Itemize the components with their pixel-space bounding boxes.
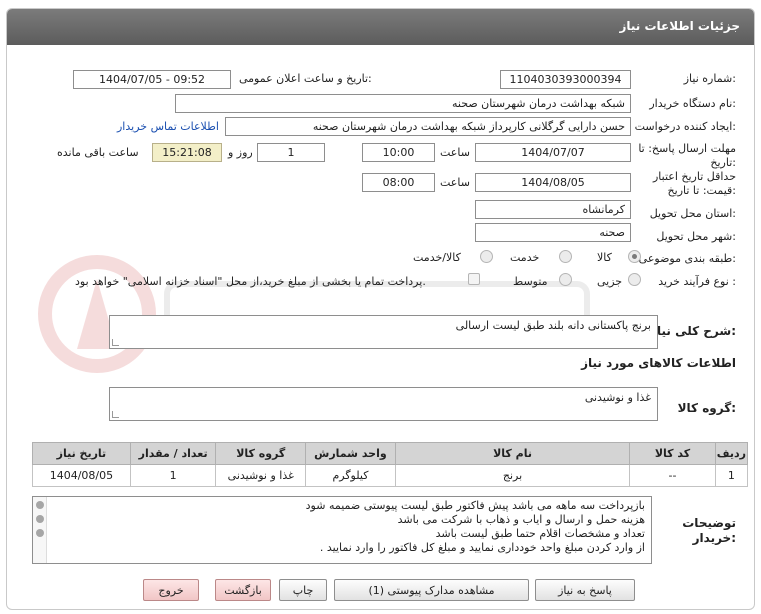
category-option-goods-service: کالا/خدمت	[413, 251, 461, 264]
process-option-minor: جزیی	[597, 275, 623, 288]
province-field: کرمانشاه	[475, 200, 631, 219]
deadline-label-date: تاریخ:	[710, 156, 736, 169]
creator-field: حسن دارایی گرگلانی کارپرداز شبکه بهداشت …	[225, 117, 631, 136]
goods-table-header: ردیف کد کالا نام کالا واحد شمارش گروه کا…	[32, 442, 749, 465]
process-radio-medium[interactable]	[559, 273, 572, 286]
panel-header: جزئیات اطلاعات نیاز	[7, 9, 754, 45]
col-quantity: تعداد / مقدار	[129, 442, 217, 465]
col-group: گروه کالا	[215, 442, 307, 465]
need-number-label: شماره نیاز:	[683, 72, 736, 85]
cell-name: برنج	[394, 464, 631, 487]
city-label: شهر محل تحویل:	[656, 230, 736, 243]
table-row: 1 -- برنج کیلوگرم غذا و نوشیدنی 1 1404/0…	[32, 464, 749, 487]
city-field: صحنه	[475, 223, 631, 242]
validity-time-field: 08:00	[362, 173, 435, 192]
goods-group-textarea[interactable]: غذا و نوشیدنی	[109, 387, 658, 421]
description-label: شرح کلی نیاز:	[650, 324, 736, 338]
category-radio-service[interactable]	[559, 250, 572, 263]
process-radio-minor[interactable]	[628, 273, 641, 286]
notes-scrollbar[interactable]	[33, 497, 47, 563]
notes-line: از وارد کردن مبلغ واحد خودداری نمایید و …	[319, 541, 645, 554]
deadline-label: مهلت ارسال پاسخ: تا	[638, 142, 736, 155]
buyer-notes-box[interactable]: بازپرداخت سه ماهه می باشد پیش فاکتور طبق…	[32, 496, 652, 564]
cell-need-date: 1404/08/05	[32, 464, 131, 487]
category-option-goods: کالا	[597, 251, 612, 264]
scroll-thumb-icon[interactable]	[36, 515, 44, 523]
resize-grip-icon[interactable]	[112, 339, 119, 346]
scroll-down-icon[interactable]	[36, 529, 44, 537]
province-label: استان محل تحویل:	[649, 207, 736, 220]
col-code: کد کالا	[629, 442, 716, 465]
need-details-panel: جزئیات اطلاعات نیاز شماره نیاز: 11040303…	[6, 8, 755, 610]
announce-field: 1404/07/05 - 09:52	[73, 70, 231, 89]
goods-section-title: اطلاعات کالاهای مورد نیاز	[581, 356, 736, 370]
creator-label: ایجاد کننده درخواست:	[634, 120, 736, 133]
col-name: نام کالا	[394, 442, 631, 465]
goods-group-text: غذا و نوشیدنی	[584, 391, 651, 404]
treasury-payment-note: پرداخت تمام یا بخشی از مبلغ خرید،از محل …	[75, 275, 426, 288]
deadline-time-label: ساعت	[440, 146, 470, 159]
col-unit: واحد شمارش	[305, 442, 396, 465]
deadline-date-field: 1404/07/07	[475, 143, 631, 162]
treasury-payment-checkbox[interactable]	[468, 273, 480, 285]
goods-table: ردیف کد کالا نام کالا واحد شمارش گروه کا…	[32, 442, 749, 487]
category-radio-goods[interactable]	[628, 250, 641, 263]
col-need-date: تاریخ نیاز	[32, 442, 131, 465]
notes-line: هزینه حمل و ارسال و ایاب و ذهاب با شرکت …	[397, 513, 645, 526]
panel-title: جزئیات اطلاعات نیاز	[619, 19, 740, 33]
description-textarea[interactable]: برنج پاکستانی دانه بلند طبق لیست ارسالی	[109, 315, 658, 349]
notes-line: تعداد و مشخصات اقلام حتما طبق لیست باشد	[435, 527, 645, 540]
buyer-org-label: نام دستگاه خریدار:	[649, 97, 736, 110]
validity-label: حداقل تاریخ اعتبار	[652, 170, 736, 183]
deadline-time-field: 10:00	[362, 143, 435, 162]
process-option-medium: متوسط	[513, 275, 548, 288]
remaining-time-field: 15:21:08	[152, 143, 222, 162]
days-remaining-field: 1	[257, 143, 325, 162]
category-radio-goods-service[interactable]	[480, 250, 493, 263]
resize-grip-icon[interactable]	[112, 411, 119, 418]
process-type-label: نوع فرآیند خرید :	[658, 275, 736, 288]
cell-quantity: 1	[129, 464, 217, 487]
remaining-time-label: ساعت باقی مانده	[57, 146, 139, 159]
print-button[interactable]: چاپ	[279, 579, 327, 601]
notes-line: بازپرداخت سه ماهه می باشد پیش فاکتور طبق…	[305, 499, 645, 512]
description-text: برنج پاکستانی دانه بلند طبق لیست ارسالی	[455, 319, 651, 332]
category-label: طبقه بندی موضوعی:	[638, 252, 736, 265]
buyer-contact-link[interactable]: اطلاعات تماس خریدار	[117, 120, 219, 133]
cell-code: --	[629, 464, 716, 487]
buyer-notes-label: توضیحات	[682, 516, 736, 530]
cell-unit: کیلوگرم	[305, 464, 396, 487]
attachments-button[interactable]: مشاهده مدارک پیوستی (1)	[334, 579, 529, 601]
cell-row: 1	[714, 464, 749, 487]
validity-date-field: 1404/08/05	[475, 173, 631, 192]
reply-button[interactable]: پاسخ به نیاز	[535, 579, 635, 601]
back-button[interactable]: بازگشت	[215, 579, 271, 601]
days-label: روز و	[228, 146, 253, 159]
cell-group: غذا و نوشیدنی	[215, 464, 307, 487]
exit-button[interactable]: خروج	[143, 579, 199, 601]
scroll-up-icon[interactable]	[36, 501, 44, 509]
buyer-org-field: شبکه بهداشت درمان شهرستان صحنه	[175, 94, 631, 113]
goods-group-label: گروه کالا:	[677, 401, 736, 415]
announce-label: تاریخ و ساعت اعلان عمومی:	[239, 72, 372, 85]
validity-time-label: ساعت	[440, 176, 470, 189]
category-option-service: خدمت	[510, 251, 540, 264]
validity-label-date: قیمت: تا تاریخ:	[667, 184, 736, 197]
buyer-notes-label-2: خریدار:	[692, 531, 736, 545]
need-number-field: 1104030393000394	[500, 70, 631, 89]
col-row: ردیف	[714, 442, 749, 465]
